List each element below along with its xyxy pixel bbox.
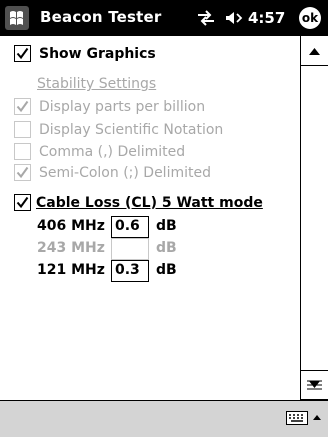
cable-loss-406-input[interactable]: 0.6 bbox=[111, 216, 149, 238]
scroll-up-button[interactable] bbox=[301, 36, 328, 66]
show-graphics-checkbox[interactable]: Show Graphics bbox=[14, 45, 274, 65]
checkbox[interactable] bbox=[14, 45, 31, 62]
unit-db: dB bbox=[156, 262, 177, 278]
freq-121-label: 121 MHz bbox=[37, 262, 105, 278]
option-label: Display Scientific Notation bbox=[39, 122, 224, 138]
stability-settings-title: Stability Settings bbox=[37, 76, 157, 92]
cable-loss-121-input[interactable]: 0.3 bbox=[111, 260, 149, 282]
option-ppb[interactable]: Display parts per billion bbox=[14, 98, 274, 118]
option-semicolon-delimited[interactable]: Semi-Colon (;) Delimited bbox=[14, 164, 274, 184]
option-label: Comma (,) Delimited bbox=[39, 144, 186, 160]
menu-bar bbox=[0, 400, 328, 437]
option-scientific-notation[interactable]: Display Scientific Notation bbox=[14, 121, 274, 141]
checkbox[interactable] bbox=[14, 143, 31, 160]
cable-loss-label: Cable Loss (CL) 5 Watt mode bbox=[36, 195, 263, 211]
clock[interactable]: 4:57 bbox=[248, 9, 285, 27]
checkbox[interactable] bbox=[14, 121, 31, 138]
checkbox[interactable] bbox=[14, 194, 31, 211]
show-graphics-label: Show Graphics bbox=[39, 46, 156, 62]
unit-db: dB bbox=[156, 218, 177, 234]
ok-button[interactable]: ok bbox=[299, 7, 321, 29]
input-panel-arrow-icon[interactable] bbox=[312, 411, 322, 425]
vertical-scrollbar[interactable] bbox=[300, 36, 328, 400]
unit-db: dB bbox=[156, 240, 177, 256]
cable-loss-243-input[interactable] bbox=[111, 238, 149, 260]
option-comma-delimited[interactable]: Comma (,) Delimited bbox=[14, 143, 274, 163]
app-title: Beacon Tester bbox=[40, 8, 162, 26]
connectivity-icon[interactable] bbox=[196, 10, 216, 26]
checkbox[interactable] bbox=[14, 98, 31, 115]
scroll-track[interactable] bbox=[301, 66, 328, 400]
keyboard-icon[interactable] bbox=[286, 411, 308, 425]
checkbox[interactable] bbox=[14, 164, 31, 181]
cable-loss-checkbox[interactable]: Cable Loss (CL) 5 Watt mode bbox=[14, 194, 284, 214]
title-bar: Beacon Tester 4:57 ok bbox=[0, 0, 328, 36]
scroll-down-button[interactable] bbox=[301, 370, 328, 400]
freq-406-label: 406 MHz bbox=[37, 218, 105, 234]
option-label: Semi-Colon (;) Delimited bbox=[39, 165, 211, 181]
content-area: Show Graphics Stability Settings Display… bbox=[0, 36, 300, 400]
freq-243-label: 243 MHz bbox=[37, 240, 105, 256]
volume-icon[interactable] bbox=[224, 10, 244, 26]
option-label: Display parts per billion bbox=[39, 99, 206, 115]
start-menu-icon[interactable] bbox=[2, 3, 32, 33]
